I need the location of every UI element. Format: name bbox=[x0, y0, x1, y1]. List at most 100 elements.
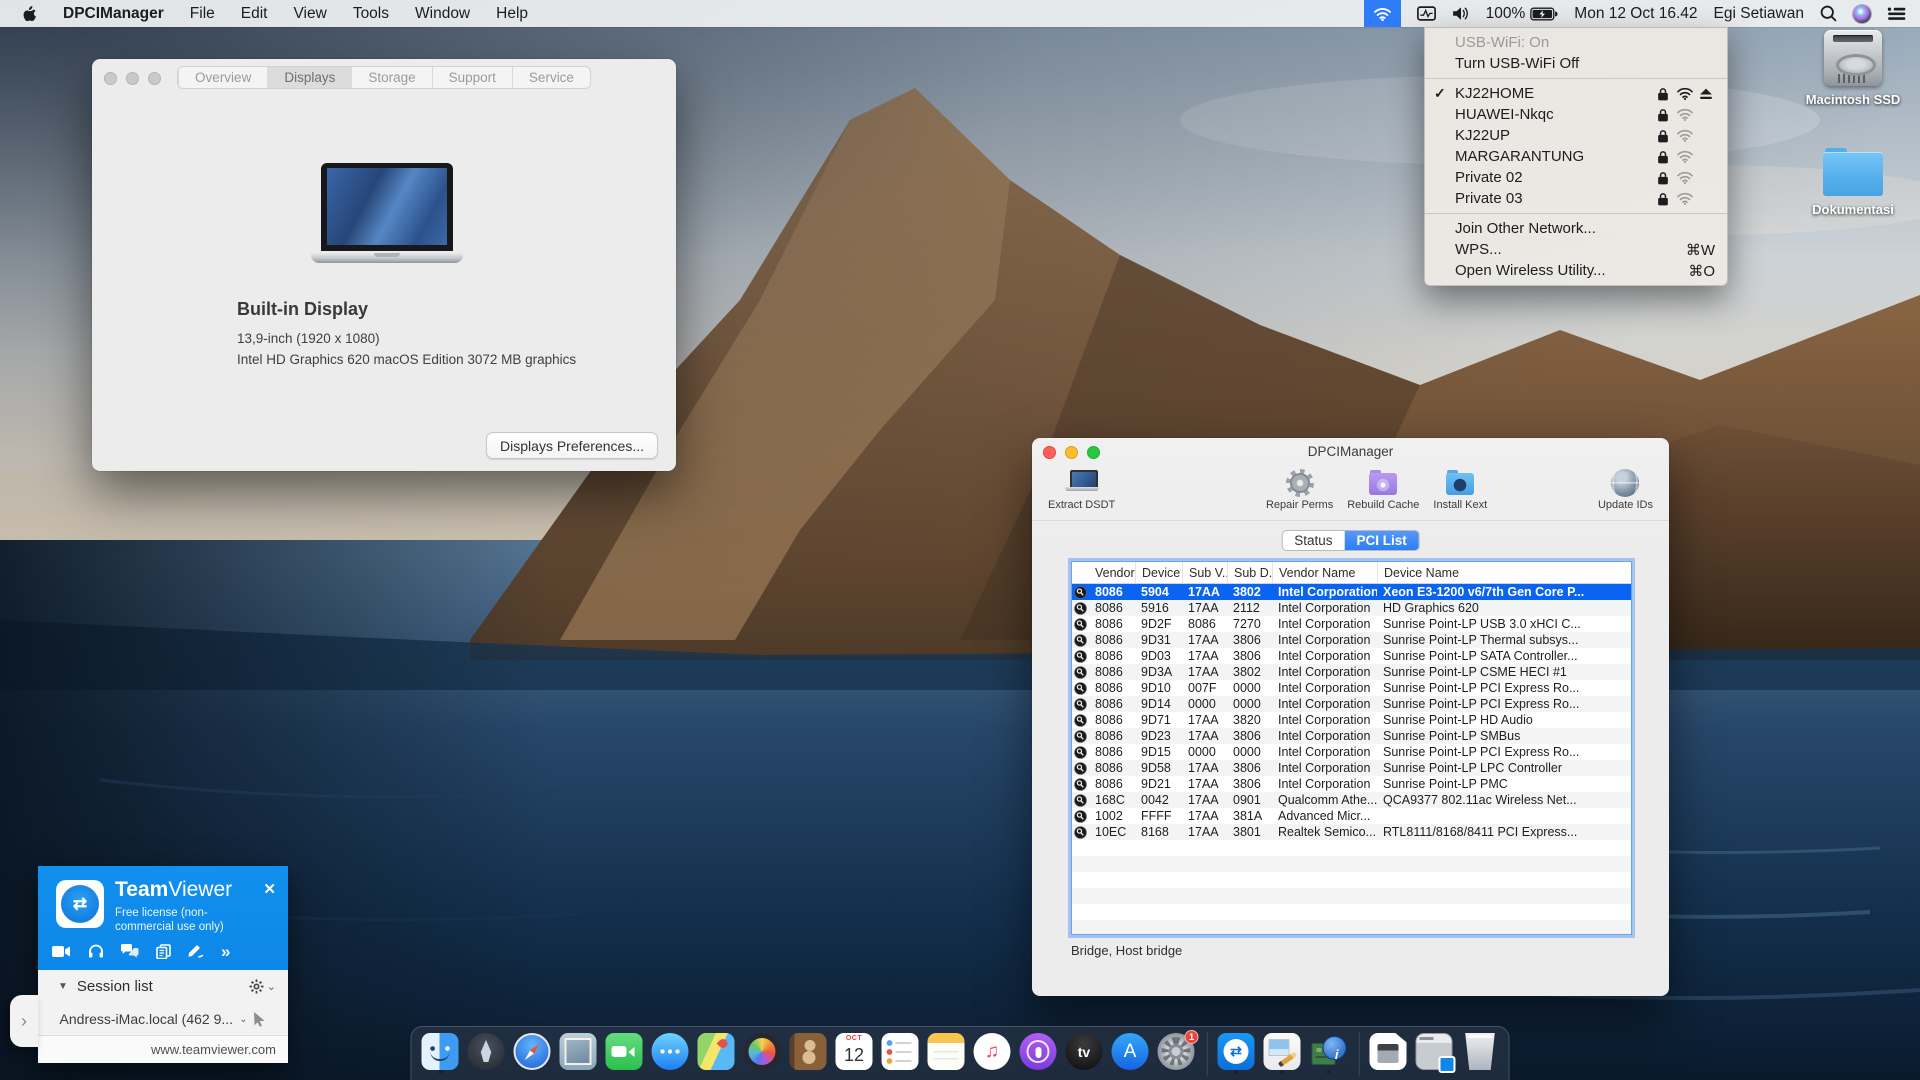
column-header[interactable]: Device Name bbox=[1377, 562, 1631, 583]
activity-menu-extra[interactable] bbox=[1417, 6, 1436, 21]
wifi-menu-item[interactable]: Open Wireless Utility... ⌘O bbox=[1425, 260, 1727, 281]
dock-teamviewer[interactable]: ⇄ bbox=[1218, 1033, 1255, 1074]
wifi-menu-item[interactable]: Private 02 bbox=[1425, 167, 1727, 188]
table-row[interactable]: 8086 9D71 17AA 3820 Intel Corporation Su… bbox=[1072, 712, 1631, 728]
dock-preview[interactable] bbox=[1264, 1033, 1301, 1074]
dock-facetime[interactable] bbox=[606, 1033, 643, 1074]
session-entry[interactable]: Andress-iMac.local (462 9... ⌄ bbox=[38, 1003, 288, 1036]
dock-reminders[interactable] bbox=[882, 1033, 919, 1074]
file-transfer-icon[interactable] bbox=[156, 944, 171, 959]
menu-item[interactable]: File bbox=[190, 5, 215, 23]
dock-trash[interactable] bbox=[1462, 1033, 1499, 1074]
dock-app-store[interactable]: A bbox=[1112, 1033, 1149, 1074]
menu-item[interactable]: View bbox=[293, 5, 326, 23]
user-menu-extra[interactable]: Egi Setiawan bbox=[1714, 5, 1804, 23]
update-ids-button[interactable]: Update IDs bbox=[1598, 468, 1653, 511]
menu-item[interactable]: Window bbox=[415, 5, 470, 23]
table-row[interactable]: 8086 9D31 17AA 3806 Intel Corporation Su… bbox=[1072, 632, 1631, 648]
table-row[interactable]: 8086 9D15 0000 0000 Intel Corporation Su… bbox=[1072, 744, 1631, 760]
dock-calendar[interactable]: OCT 12 bbox=[836, 1033, 873, 1074]
dock-podcasts[interactable] bbox=[1020, 1033, 1057, 1074]
teamviewer-url[interactable]: www.teamviewer.com bbox=[151, 1042, 276, 1057]
dock-notes[interactable] bbox=[928, 1033, 965, 1074]
spotlight-icon[interactable] bbox=[1820, 5, 1837, 22]
apple-menu[interactable] bbox=[22, 5, 37, 23]
dock-mail[interactable] bbox=[560, 1033, 597, 1074]
dock-contacts[interactable] bbox=[790, 1033, 827, 1074]
table-row[interactable]: 8086 9D21 17AA 3806 Intel Corporation Su… bbox=[1072, 776, 1631, 792]
headset-icon[interactable] bbox=[88, 944, 104, 959]
table-row[interactable]: 8086 9D23 17AA 3806 Intel Corporation Su… bbox=[1072, 728, 1631, 744]
table-row[interactable]: 8086 9D2F 8086 7270 Intel Corporation Su… bbox=[1072, 616, 1631, 632]
wifi-menu-item[interactable]: USB-WiFi: On bbox=[1425, 32, 1727, 53]
table-row[interactable]: 8086 9D10 007F 0000 Intel Corporation Su… bbox=[1072, 680, 1631, 696]
close-icon[interactable]: ✕ bbox=[263, 880, 276, 898]
panel-collapse-handle[interactable]: › bbox=[10, 995, 38, 1047]
whiteboard-icon[interactable] bbox=[188, 944, 204, 959]
table-row[interactable]: 1002 FFFF 17AA 381A Advanced Micr... bbox=[1072, 808, 1631, 824]
notification-center-icon[interactable] bbox=[1887, 6, 1906, 21]
wifi-menu-item[interactable]: Private 03 bbox=[1425, 188, 1727, 209]
dock-launchpad[interactable] bbox=[468, 1033, 505, 1074]
dock-music[interactable]: ♫ bbox=[974, 1033, 1011, 1074]
session-list-header[interactable]: ▼ Session list ⌄ bbox=[38, 970, 288, 1003]
dock-photos[interactable] bbox=[744, 1033, 781, 1074]
column-header[interactable]: Sub D... bbox=[1227, 562, 1272, 583]
dock-finder[interactable] bbox=[422, 1033, 459, 1074]
volume-menu-extra[interactable] bbox=[1452, 6, 1470, 21]
dock-system-preferences[interactable]: 1 bbox=[1158, 1033, 1195, 1074]
table-row[interactable]: 8086 5904 17AA 3802 Intel Corporation Xe… bbox=[1072, 584, 1631, 600]
clock-menu-extra[interactable]: Mon 12 Oct 16.42 bbox=[1574, 5, 1697, 23]
menu-item[interactable]: Tools bbox=[353, 5, 389, 23]
wifi-menu-item[interactable]: WPS... ⌘W bbox=[1425, 239, 1727, 260]
window-controls[interactable] bbox=[104, 72, 161, 85]
dock-maps[interactable] bbox=[698, 1033, 735, 1074]
about-tab[interactable]: Displays bbox=[267, 67, 351, 88]
table-row[interactable]: 8086 9D58 17AA 3806 Intel Corporation Su… bbox=[1072, 760, 1631, 776]
siri-icon[interactable] bbox=[1853, 5, 1871, 23]
close-button[interactable] bbox=[104, 72, 117, 85]
dpci-tab[interactable]: Status bbox=[1282, 531, 1344, 550]
dock-document[interactable] bbox=[1370, 1033, 1407, 1074]
table-row[interactable]: 8086 9D14 0000 0000 Intel Corporation Su… bbox=[1072, 696, 1631, 712]
about-tab[interactable]: Service bbox=[512, 67, 590, 88]
menu-item[interactable]: Edit bbox=[241, 5, 268, 23]
table-row[interactable]: 10EC 8168 17AA 3801 Realtek Semico... RT… bbox=[1072, 824, 1631, 840]
wifi-menu-item[interactable]: KJ22UP bbox=[1425, 125, 1727, 146]
extract-dsdt-button[interactable]: Extract DSDT bbox=[1048, 468, 1115, 511]
dpci-tab[interactable]: PCI List bbox=[1345, 531, 1419, 550]
wifi-menu-extra[interactable] bbox=[1364, 0, 1401, 27]
about-tab[interactable]: Overview bbox=[178, 67, 267, 88]
table-row[interactable]: 8086 9D3A 17AA 3802 Intel Corporation Su… bbox=[1072, 664, 1631, 680]
table-row[interactable]: 8086 9D03 17AA 3806 Intel Corporation Su… bbox=[1072, 648, 1631, 664]
about-tab[interactable]: Support bbox=[432, 67, 512, 88]
desktop-icon-dokumentasi[interactable]: Dokumentasi bbox=[1793, 148, 1913, 217]
chat-icon[interactable] bbox=[121, 944, 139, 959]
disclosure-triangle-icon[interactable]: ▼ bbox=[58, 981, 68, 992]
wifi-menu-item[interactable]: Join Other Network... bbox=[1425, 218, 1727, 239]
displays-preferences-button[interactable]: Displays Preferences... bbox=[486, 432, 658, 459]
column-header[interactable]: Device bbox=[1135, 562, 1182, 583]
rebuild-cache-button[interactable]: Rebuild Cache bbox=[1347, 468, 1419, 511]
install-kext-button[interactable]: Install Kext bbox=[1433, 468, 1487, 511]
wifi-menu-item[interactable]: Turn USB-WiFi Off bbox=[1425, 53, 1727, 74]
column-header[interactable]: Vendor bbox=[1089, 562, 1135, 583]
zoom-button[interactable] bbox=[148, 72, 161, 85]
wifi-menu-item[interactable]: MARGARANTUNG bbox=[1425, 146, 1727, 167]
battery-menu-extra[interactable]: 100% bbox=[1486, 5, 1559, 23]
column-header[interactable]: Vendor Name bbox=[1272, 562, 1377, 583]
wifi-menu-item[interactable]: ✓ KJ22HOME bbox=[1425, 83, 1727, 104]
table-row[interactable]: 8086 5916 17AA 2112 Intel Corporation HD… bbox=[1072, 600, 1631, 616]
about-tab[interactable]: Storage bbox=[351, 67, 431, 88]
minimize-button[interactable] bbox=[126, 72, 139, 85]
more-icon[interactable]: » bbox=[221, 943, 230, 960]
desktop-icon-macintosh-ssd[interactable]: Macintosh SSD bbox=[1793, 30, 1913, 107]
wifi-menu-item[interactable]: HUAWEI-Nkqc bbox=[1425, 104, 1727, 125]
table-row[interactable]: 168C 0042 17AA 0901 Qualcomm Athe... QCA… bbox=[1072, 792, 1631, 808]
dock-minimized-teamviewer-window[interactable] bbox=[1416, 1033, 1453, 1074]
video-call-icon[interactable] bbox=[52, 945, 71, 958]
column-header[interactable]: Sub V... bbox=[1182, 562, 1227, 583]
dock-tv[interactable]: tv bbox=[1066, 1033, 1103, 1074]
repair-perms-button[interactable]: Repair Perms bbox=[1266, 468, 1333, 511]
app-menu-title[interactable]: DPCIManager bbox=[63, 5, 164, 23]
